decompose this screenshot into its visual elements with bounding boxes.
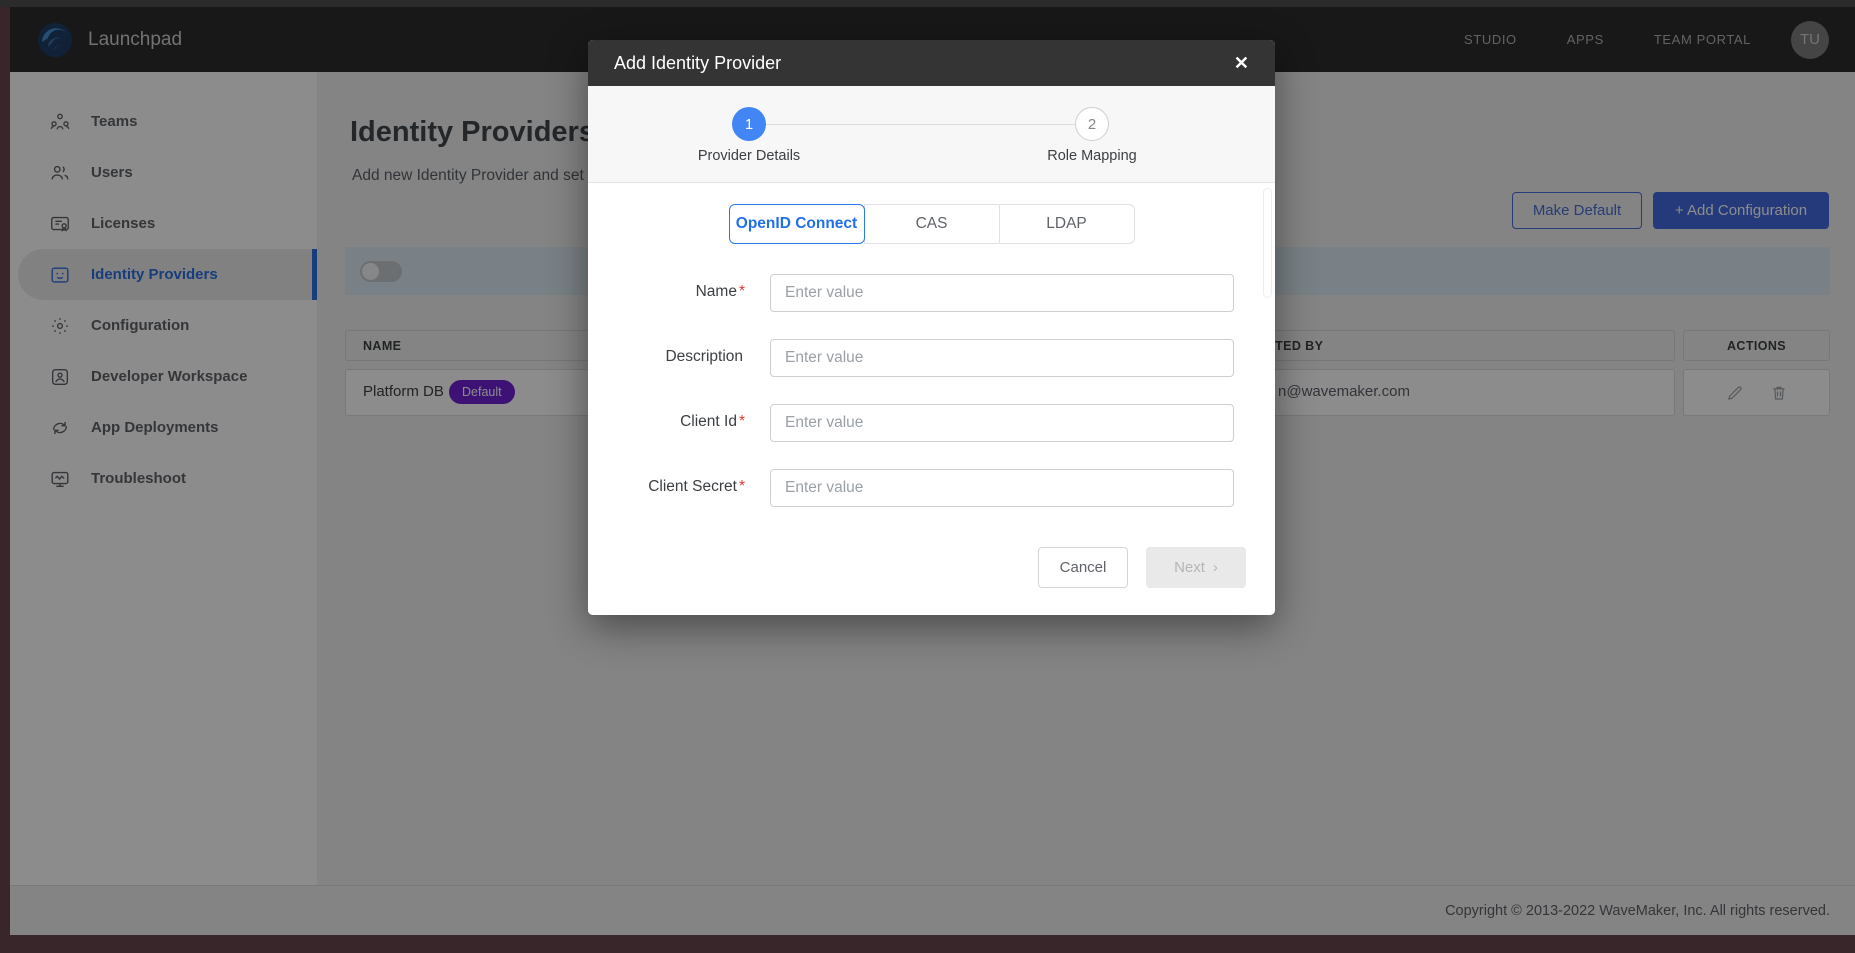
step-1-label: Provider Details — [649, 148, 849, 164]
modal-body: OpenID Connect CAS LDAP Name* Descriptio… — [588, 183, 1275, 615]
close-icon[interactable]: ✕ — [1234, 54, 1249, 72]
add-identity-provider-modal: Add Identity Provider ✕ 1 2 Provider Det… — [588, 40, 1275, 615]
wizard-stepper: 1 2 Provider Details Role Mapping — [588, 86, 1275, 183]
step-2-label: Role Mapping — [992, 148, 1192, 164]
provider-type-tabs: OpenID Connect CAS LDAP — [729, 204, 1135, 244]
next-button-label: Next — [1174, 559, 1205, 576]
tab-openid-connect[interactable]: OpenID Connect — [729, 204, 865, 244]
modal-scrollbar-thumb[interactable] — [1263, 188, 1272, 298]
description-label: Description — [588, 348, 745, 366]
name-field[interactable] — [770, 274, 1234, 312]
modal-header: Add Identity Provider ✕ — [588, 40, 1275, 86]
tab-ldap[interactable]: LDAP — [999, 204, 1135, 244]
required-asterisk: * — [739, 478, 745, 495]
modal-title: Add Identity Provider — [614, 53, 781, 74]
client-secret-field[interactable] — [770, 469, 1234, 507]
step-1-circle[interactable]: 1 — [732, 107, 766, 141]
name-label: Name* — [588, 283, 745, 301]
stepper-connector-line — [766, 124, 1075, 125]
description-field[interactable] — [770, 339, 1234, 377]
next-button[interactable]: Next › — [1146, 547, 1246, 588]
tab-cas[interactable]: CAS — [864, 204, 1000, 244]
client-secret-label: Client Secret* — [588, 478, 745, 496]
step-2-circle[interactable]: 2 — [1075, 107, 1109, 141]
browser-frame-top — [0, 0, 1855, 7]
cancel-button[interactable]: Cancel — [1038, 547, 1128, 588]
required-asterisk: * — [739, 283, 745, 300]
client-id-field[interactable] — [770, 404, 1234, 442]
required-asterisk: * — [739, 413, 745, 430]
client-id-label: Client Id* — [588, 413, 745, 431]
chevron-right-icon: › — [1213, 559, 1218, 576]
